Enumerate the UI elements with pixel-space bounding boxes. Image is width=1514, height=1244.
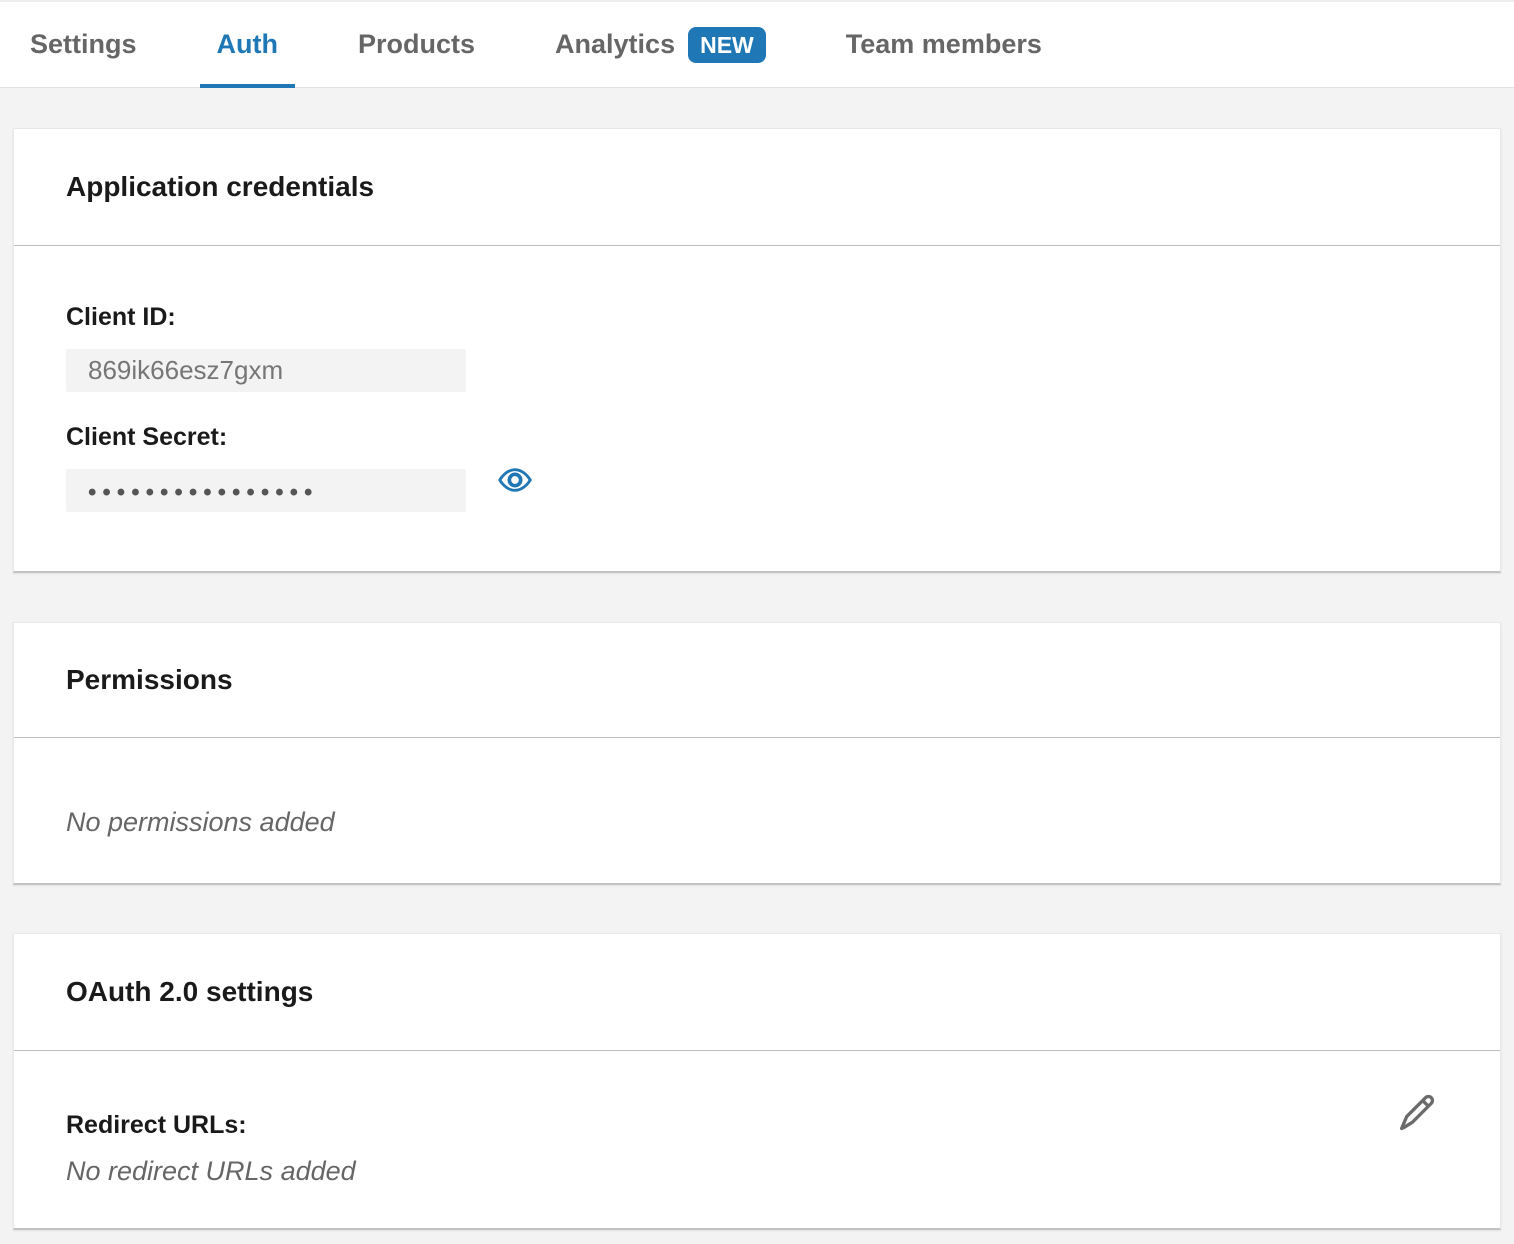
tab-auth[interactable]: Auth: [200, 2, 295, 87]
tab-analytics-label: Analytics: [555, 29, 675, 60]
application-credentials-card: Application credentials Client ID: 869ik…: [13, 128, 1501, 573]
permissions-header: Permissions: [14, 623, 1500, 738]
edit-redirect-urls-button[interactable]: [1395, 1089, 1439, 1135]
permissions-title: Permissions: [66, 664, 233, 696]
tab-team-members-label: Team members: [846, 29, 1042, 60]
tab-products-label: Products: [358, 29, 475, 60]
application-credentials-header: Application credentials: [14, 129, 1500, 246]
oauth-settings-card: OAuth 2.0 settings Redirect URLs: No red…: [13, 933, 1501, 1230]
oauth-settings-header: OAuth 2.0 settings: [14, 934, 1500, 1051]
tab-auth-label: Auth: [217, 29, 278, 60]
tab-analytics[interactable]: Analytics NEW: [538, 2, 783, 87]
eye-icon: [498, 467, 532, 496]
oauth-settings-body: Redirect URLs: No redirect URLs added: [14, 1051, 1500, 1186]
application-credentials-body: Client ID: 869ik66esz7gxm Client Secret:…: [14, 246, 1500, 512]
application-credentials-title: Application credentials: [66, 171, 374, 203]
tab-settings[interactable]: Settings: [13, 2, 154, 87]
tab-products[interactable]: Products: [341, 2, 492, 87]
tab-settings-label: Settings: [30, 29, 137, 60]
client-id-label: Client ID:: [66, 303, 1448, 331]
client-secret-masked-value: ••••••••••••••••: [88, 475, 318, 507]
client-id-field[interactable]: 869ik66esz7gxm: [66, 349, 466, 392]
permissions-empty-text: No permissions added: [66, 807, 1448, 837]
client-secret-label: Client Secret:: [66, 423, 1448, 451]
tab-bar: Settings Auth Products Analytics NEW Tea…: [0, 0, 1514, 88]
client-id-value: 869ik66esz7gxm: [88, 355, 283, 386]
redirect-urls-empty-text: No redirect URLs added: [66, 1156, 1448, 1186]
new-badge: NEW: [688, 27, 766, 63]
permissions-body: No permissions added: [14, 738, 1500, 837]
permissions-card: Permissions No permissions added: [13, 622, 1501, 885]
oauth-settings-title: OAuth 2.0 settings: [66, 976, 313, 1008]
pencil-icon: [1396, 1089, 1438, 1136]
client-secret-row: ••••••••••••••••: [66, 451, 1448, 512]
tab-team-members[interactable]: Team members: [829, 2, 1059, 87]
redirect-urls-label: Redirect URLs:: [66, 1111, 1448, 1139]
client-secret-field[interactable]: ••••••••••••••••: [66, 469, 466, 512]
reveal-secret-button[interactable]: [498, 469, 532, 495]
